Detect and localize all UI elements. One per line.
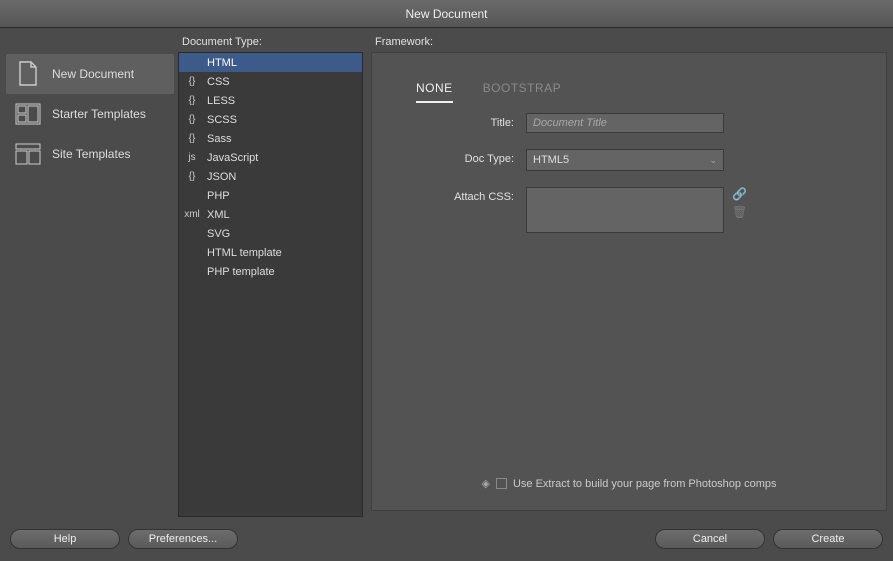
doctype-item-label: PHP template	[207, 266, 275, 278]
doctype-item-label: CSS	[207, 76, 230, 88]
sidebar-item-starter-templates[interactable]: Starter Templates	[6, 94, 174, 134]
filetype-icon	[183, 56, 201, 70]
create-button[interactable]: Create	[773, 529, 883, 549]
filetype-icon: js	[183, 151, 201, 165]
doctype-item-label: SCSS	[207, 114, 237, 126]
framework-panel: NONE BOOTSTRAP Title: Doc Type: HTML5 ⌄ A…	[371, 52, 887, 511]
preferences-button[interactable]: Preferences...	[128, 529, 238, 549]
doctype-item-label: JSON	[207, 171, 236, 183]
sidebar-item-label: Site Templates	[52, 147, 131, 161]
sidebar-item-site-templates[interactable]: Site Templates	[6, 134, 174, 174]
framework-header: Framework:	[371, 34, 887, 52]
doctype-item-php[interactable]: PHP	[179, 186, 362, 205]
extract-text: Use Extract to build your page from Phot…	[513, 478, 777, 490]
extract-icon: ◈	[482, 477, 490, 490]
doctype-select[interactable]: HTML5 ⌄	[526, 149, 724, 171]
doctype-item-label: SVG	[207, 228, 230, 240]
window-title: New Document	[405, 7, 487, 21]
extract-row: ◈ Use Extract to build your page from Ph…	[396, 467, 862, 500]
doctype-item-xml[interactable]: xml XML	[179, 205, 362, 224]
doctype-item-html[interactable]: HTML	[179, 53, 362, 72]
extract-checkbox[interactable]	[496, 478, 507, 489]
sidebar: New Document Starter Templates Site Templa…	[6, 34, 174, 517]
dialog-footer: Help Preferences... Cancel Create	[0, 517, 893, 561]
title-label: Title:	[396, 113, 526, 129]
templates-icon	[14, 100, 42, 128]
filetype-icon: {}	[183, 170, 201, 184]
doctype-item-label: HTML template	[207, 247, 282, 259]
delete-css-icon[interactable]: 🗑	[732, 205, 747, 219]
filetype-icon: {}	[183, 132, 201, 146]
doctype-header: Document Type:	[178, 34, 363, 52]
doctype-item-label: LESS	[207, 95, 235, 107]
filetype-icon: {}	[183, 75, 201, 89]
framework-tabs: NONE BOOTSTRAP	[396, 73, 862, 113]
doctype-value: HTML5	[533, 154, 569, 166]
link-css-icon[interactable]: 🔗	[732, 187, 747, 201]
sidebar-item-new-document[interactable]: New Document	[6, 54, 174, 94]
doctype-item-javascript[interactable]: js JavaScript	[179, 148, 362, 167]
filetype-icon	[183, 227, 201, 241]
filetype-icon	[183, 246, 201, 260]
attach-css-list[interactable]	[526, 187, 724, 233]
filetype-icon	[183, 189, 201, 203]
filetype-icon	[183, 265, 201, 279]
chevron-down-icon: ⌄	[709, 155, 717, 166]
doctype-item-svg[interactable]: SVG	[179, 224, 362, 243]
doctype-item-label: Sass	[207, 133, 231, 145]
doctype-item-label: JavaScript	[207, 152, 258, 164]
site-icon	[14, 140, 42, 168]
tab-none[interactable]: NONE	[416, 81, 453, 103]
filetype-icon: {}	[183, 113, 201, 127]
cancel-button[interactable]: Cancel	[655, 529, 765, 549]
sidebar-item-label: New Document	[52, 67, 134, 81]
filetype-icon: {}	[183, 94, 201, 108]
help-button[interactable]: Help	[10, 529, 120, 549]
doctype-item-html-template[interactable]: HTML template	[179, 243, 362, 262]
filetype-icon: xml	[183, 208, 201, 222]
doctype-item-scss[interactable]: {} SCSS	[179, 110, 362, 129]
attach-css-label: Attach CSS:	[396, 187, 526, 203]
sidebar-item-label: Starter Templates	[52, 107, 146, 121]
document-type-list: HTML {} CSS {} LESS {} SCSS {} Sassjs JavaScript {…	[178, 52, 363, 517]
title-input[interactable]	[526, 113, 724, 133]
doctype-item-php-template[interactable]: PHP template	[179, 262, 362, 281]
doctype-item-sass[interactable]: {} Sass	[179, 129, 362, 148]
doctype-label: Doc Type:	[396, 149, 526, 165]
title-bar: New Document	[0, 0, 893, 28]
doctype-item-css[interactable]: {} CSS	[179, 72, 362, 91]
file-icon	[14, 60, 42, 88]
doctype-item-json[interactable]: {} JSON	[179, 167, 362, 186]
new-document-dialog: New Document New Document Starter Templat…	[0, 0, 893, 561]
doctype-item-label: PHP	[207, 190, 230, 202]
doctype-item-less[interactable]: {} LESS	[179, 91, 362, 110]
tab-bootstrap[interactable]: BOOTSTRAP	[483, 81, 562, 103]
doctype-item-label: HTML	[207, 57, 237, 69]
doctype-item-label: XML	[207, 209, 230, 221]
